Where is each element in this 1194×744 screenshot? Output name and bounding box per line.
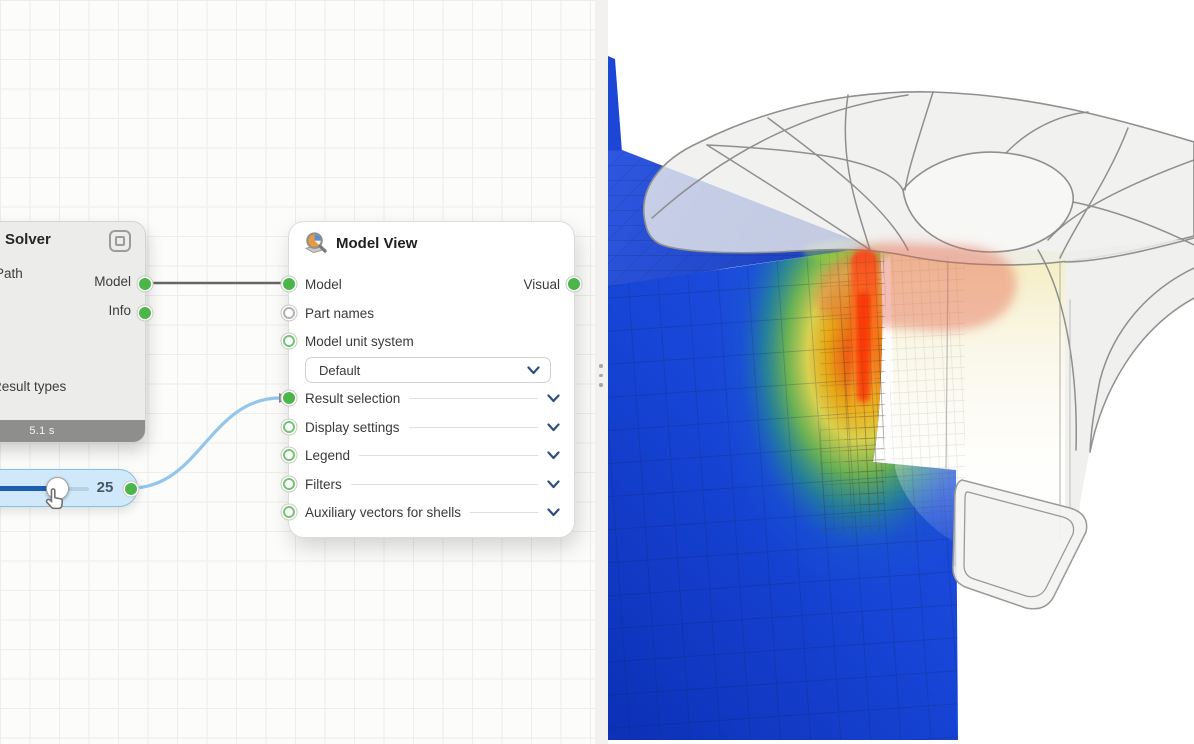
port-auxiliary-vectors[interactable]: [283, 506, 295, 518]
port-filters[interactable]: [283, 478, 295, 490]
row-model: Model Visual: [305, 272, 560, 296]
chevron-down-icon[interactable]: [547, 423, 560, 432]
unit-system-dropdown[interactable]: Default: [305, 357, 551, 383]
solver-node[interactable]: Solver Path Model Info Result types 5.1 …: [0, 221, 146, 443]
solver-port-model[interactable]: [139, 278, 151, 290]
row-part-names-label: Part names: [305, 306, 374, 321]
chevron-down-icon[interactable]: [547, 394, 560, 403]
row-display-settings[interactable]: Display settings: [305, 415, 560, 439]
row-model-unit-system: Model unit system: [305, 329, 560, 353]
group-collapse-icon[interactable]: [109, 230, 131, 252]
unit-system-dropdown-value: Default: [319, 363, 527, 378]
solver-output-info-label: Info: [108, 303, 131, 318]
slider-node[interactable]: 25: [0, 469, 138, 507]
hand-pointer-cursor: [43, 486, 70, 513]
viewport-3d[interactable]: [608, 0, 1194, 744]
port-part-names[interactable]: [283, 307, 295, 319]
model-search-icon: [303, 231, 328, 256]
row-result-selection[interactable]: Result selection: [305, 386, 560, 410]
row-legend[interactable]: Legend: [305, 443, 560, 467]
port-result-selection[interactable]: [283, 392, 295, 404]
row-result-selection-label: Result selection: [305, 391, 400, 406]
port-visual-out[interactable]: [568, 278, 580, 290]
model-view-title: Model View: [336, 235, 417, 252]
row-model-label: Model: [305, 277, 342, 292]
row-auxiliary-vectors[interactable]: Auxiliary vectors for shells: [305, 500, 560, 524]
node-editor-canvas[interactable]: Solver Path Model Info Result types 5.1 …: [0, 0, 595, 744]
app-window: Solver Path Model Info Result types 5.1 …: [0, 0, 1194, 744]
solver-input-path-label: Path: [0, 266, 23, 281]
row-part-names: Part names: [305, 301, 560, 325]
wire-result-selection: [131, 398, 280, 488]
solver-runtime-badge: 5.1 s: [0, 420, 145, 442]
row-model-unit-system-label: Model unit system: [305, 334, 414, 349]
separator-line: [409, 427, 538, 428]
row-legend-label: Legend: [305, 448, 350, 463]
divider-grip-icon[interactable]: [599, 364, 603, 387]
separator-line: [359, 455, 538, 456]
port-model-unit-system[interactable]: [283, 335, 295, 347]
solver-result-types-label: Result types: [0, 379, 66, 394]
chevron-down-icon: [527, 366, 540, 375]
slider-value: 25: [89, 479, 121, 496]
row-auxiliary-vectors-label: Auxiliary vectors for shells: [305, 505, 461, 520]
port-display-settings[interactable]: [283, 421, 295, 433]
port-legend[interactable]: [283, 449, 295, 461]
chevron-down-icon[interactable]: [547, 451, 560, 460]
row-filters[interactable]: Filters: [305, 472, 560, 496]
separator-line: [351, 484, 538, 485]
solver-port-info[interactable]: [139, 307, 151, 319]
solver-output-model-label: Model: [94, 274, 131, 289]
slider-output-port[interactable]: [125, 483, 137, 495]
port-model-in[interactable]: [283, 278, 295, 290]
separator-line: [470, 512, 538, 513]
output-visual-label: Visual: [523, 277, 560, 292]
separator-line: [409, 398, 538, 399]
panel-divider[interactable]: [595, 0, 608, 744]
model-view-node[interactable]: Model View Model Visual Part names Model…: [288, 221, 575, 538]
chevron-down-icon[interactable]: [547, 480, 560, 489]
row-display-settings-label: Display settings: [305, 420, 400, 435]
solver-title: Solver: [5, 231, 51, 248]
fea-render: [608, 0, 1194, 744]
row-filters-label: Filters: [305, 477, 342, 492]
chevron-down-icon[interactable]: [547, 508, 560, 517]
